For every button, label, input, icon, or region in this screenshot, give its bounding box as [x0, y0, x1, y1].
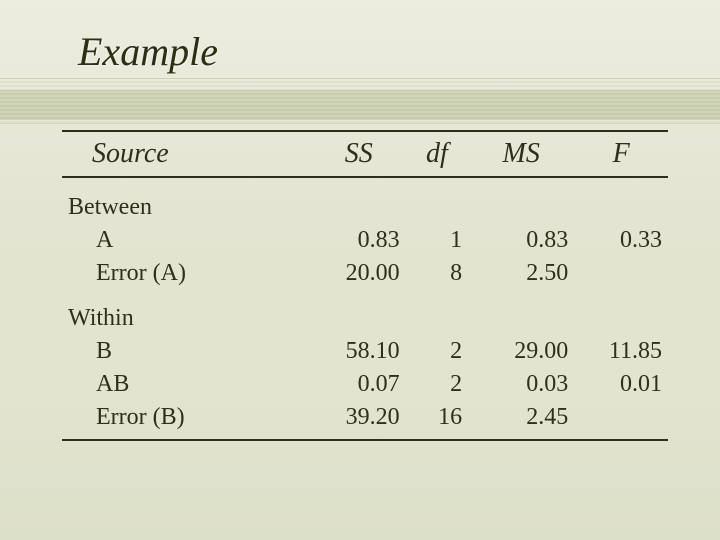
row-label: Error (A): [62, 256, 312, 289]
cell-f: [574, 256, 668, 289]
cell-f: 0.01: [574, 367, 668, 400]
cell-ss: 0.83: [312, 223, 406, 256]
table-header-row: Source SS df MS F: [62, 131, 668, 177]
cell-df: 8: [406, 256, 468, 289]
anova-table-container: Source SS df MS F Between A 0.83 1 0.83 …: [62, 130, 668, 441]
cell-f: 11.85: [574, 334, 668, 367]
cell-df: 16: [406, 400, 468, 440]
table-row: Error (A) 20.00 8 2.50: [62, 256, 668, 289]
cell-ms: 2.45: [468, 400, 574, 440]
table-row: Error (B) 39.20 16 2.45: [62, 400, 668, 440]
cell-ss: 58.10: [312, 334, 406, 367]
table-row: Within: [62, 289, 668, 334]
cell-df: 1: [406, 223, 468, 256]
cell-ss: 20.00: [312, 256, 406, 289]
section-label: Between: [62, 177, 312, 223]
row-label: B: [62, 334, 312, 367]
cell-ms: 0.03: [468, 367, 574, 400]
section-label: Within: [62, 289, 312, 334]
col-ms: MS: [468, 131, 574, 177]
table-row: B 58.10 2 29.00 11.85: [62, 334, 668, 367]
cell-f: 0.33: [574, 223, 668, 256]
col-df: df: [406, 131, 468, 177]
anova-table: Source SS df MS F Between A 0.83 1 0.83 …: [62, 130, 668, 441]
cell-f: [574, 400, 668, 440]
col-f: F: [574, 131, 668, 177]
table-row: Between: [62, 177, 668, 223]
col-ss: SS: [312, 131, 406, 177]
cell-df: 2: [406, 367, 468, 400]
slide-title: Example: [78, 28, 218, 75]
col-source: Source: [62, 131, 312, 177]
cell-ms: 29.00: [468, 334, 574, 367]
row-label: A: [62, 223, 312, 256]
cell-ss: 0.07: [312, 367, 406, 400]
cell-df: 2: [406, 334, 468, 367]
decorative-band: [0, 78, 720, 124]
table-row: AB 0.07 2 0.03 0.01: [62, 367, 668, 400]
cell-ms: 0.83: [468, 223, 574, 256]
row-label: Error (B): [62, 400, 312, 440]
table-row: A 0.83 1 0.83 0.33: [62, 223, 668, 256]
row-label: AB: [62, 367, 312, 400]
cell-ms: 2.50: [468, 256, 574, 289]
cell-ss: 39.20: [312, 400, 406, 440]
